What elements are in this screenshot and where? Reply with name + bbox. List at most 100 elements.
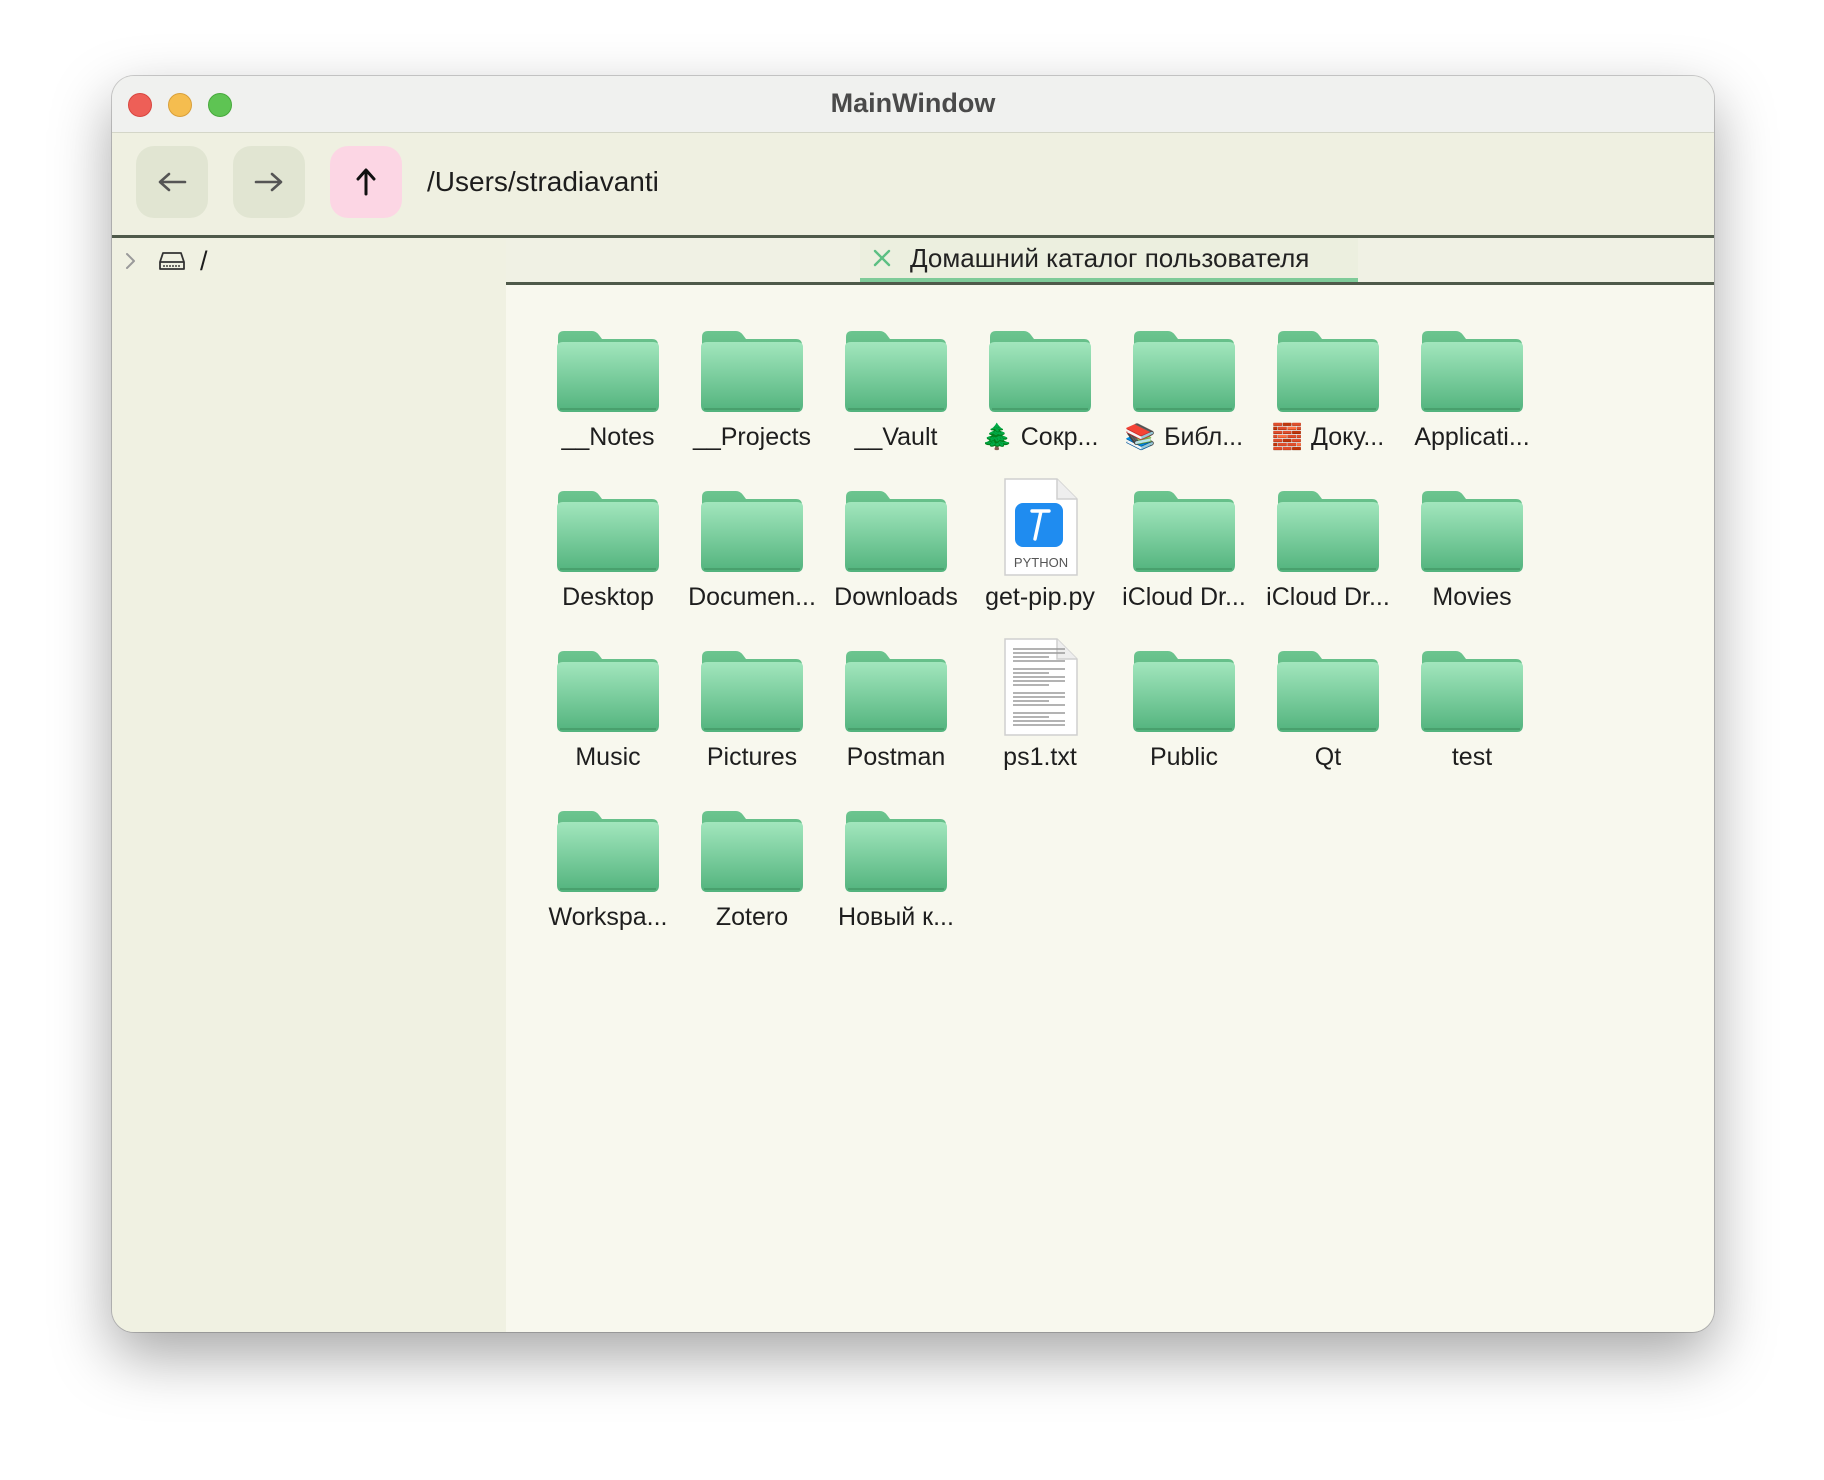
item-label: Applicati... [1396,423,1548,452]
folder-icon [701,811,803,892]
item-name: Pictures [706,743,798,771]
folder-item[interactable]: Postman [824,631,968,781]
window-title: MainWindow [830,88,996,118]
item-label: Qt [1252,743,1404,772]
folder-icon [1277,651,1379,732]
python-badge: PYTHON [1014,555,1068,570]
toolbar: /Users/stradiavanti [112,133,1714,238]
folder-icon [1421,651,1523,732]
folder-item[interactable]: Qt [1256,631,1400,781]
item-name: __Notes [561,423,655,451]
folder-icon [557,651,659,732]
item-icon [824,631,968,739]
item-label: ps1.txt [964,743,1116,772]
title-bar: MainWindow [112,76,1714,133]
item-name: Qt [1314,743,1342,771]
folder-item[interactable]: __Vault [824,311,968,461]
folder-icon [1277,331,1379,412]
folder-icon [845,811,947,892]
folder-item[interactable]: __Projects [680,311,824,461]
sidebar-tree: / [112,238,506,1332]
item-icon [824,311,968,419]
item-name: Новый к... [838,903,954,931]
item-label: Workspa... [532,903,684,932]
item-label: test [1396,743,1548,772]
file-item[interactable]: ps1.txt [968,631,1112,781]
folder-item[interactable]: iCloud Dr... [1256,471,1400,621]
item-icon [968,311,1112,419]
folder-item[interactable]: __Notes [536,311,680,461]
item-icon [1400,631,1544,739]
folder-item[interactable]: Public [1112,631,1256,781]
folder-item[interactable]: Downloads [824,471,968,621]
python-file-icon: PYTHON [1004,478,1078,576]
folder-item[interactable]: Zotero [680,791,824,941]
item-icon [968,631,1112,739]
item-name: Music [575,743,641,771]
folder-item[interactable]: Documen... [680,471,824,621]
item-label: Postman [820,743,972,772]
item-icon [1400,311,1544,419]
folder-item[interactable]: Workspa... [536,791,680,941]
text-file-icon [1004,638,1078,736]
folder-item[interactable]: Movies [1400,471,1544,621]
folder-item[interactable]: Applicati... [1400,311,1544,461]
file-item[interactable]: PYTHON get-pip.py [968,471,1112,621]
up-button[interactable] [330,146,402,218]
tab-home[interactable]: Домашний каталог пользователя [860,238,1358,282]
folder-item[interactable]: 🌲 Сокр... [968,311,1112,461]
folder-item[interactable]: Music [536,631,680,781]
folder-item[interactable]: test [1400,631,1544,781]
path-field[interactable]: /Users/stradiavanti [427,166,659,198]
item-label: __Vault [820,423,972,452]
item-name: get-pip.py [985,583,1095,611]
item-name: Applicati... [1414,423,1530,451]
item-name: __Projects [692,423,812,451]
back-button[interactable] [136,146,208,218]
folder-item[interactable]: Pictures [680,631,824,781]
close-tab-button[interactable] [872,248,892,268]
folder-item[interactable]: 🧱 Доку... [1256,311,1400,461]
item-name: Доку... [1310,423,1385,451]
hard-drive-icon [159,252,185,270]
item-name: Downloads [834,583,958,611]
item-icon [1400,471,1544,579]
item-label: 🌲 Сокр... [964,423,1116,452]
tree-item-label: / [200,245,208,276]
folder-item[interactable]: Новый к... [824,791,968,941]
item-label: Новый к... [820,903,972,932]
tree-item-root[interactable]: / [124,244,208,278]
icon-grid: __Notes __Projects __Vault 🌲 Сокр... 📚 Б… [506,285,1714,1332]
item-name: Workspa... [548,903,668,931]
folder-item[interactable]: iCloud Dr... [1112,471,1256,621]
item-icon [680,471,824,579]
item-icon [824,791,968,899]
item-label: __Projects [676,423,828,452]
item-icon [680,791,824,899]
item-name: Desktop [562,583,654,611]
folder-item[interactable]: Desktop [536,471,680,621]
item-name: iCloud Dr... [1266,583,1390,611]
item-icon [1256,631,1400,739]
arrow-right-icon [254,172,283,192]
item-label: Movies [1396,583,1548,612]
item-name: ps1.txt [1003,743,1077,771]
item-icon [536,631,680,739]
item-label: Pictures [676,743,828,772]
forward-button[interactable] [233,146,305,218]
folder-icon [845,331,947,412]
item-label: iCloud Dr... [1108,583,1260,612]
folder-icon [557,491,659,572]
item-icon [1256,471,1400,579]
folder-icon [701,331,803,412]
item-icon [536,791,680,899]
folder-item[interactable]: 📚 Библ... [1112,311,1256,461]
chevron-right-icon[interactable] [124,251,138,271]
emoji-icon: 🧱 [1271,423,1303,451]
item-icon [1256,311,1400,419]
folder-icon [845,491,947,572]
item-name: Сокр... [1020,423,1099,451]
item-label: Documen... [676,583,828,612]
item-label: Public [1108,743,1260,772]
item-label: __Notes [532,423,684,452]
